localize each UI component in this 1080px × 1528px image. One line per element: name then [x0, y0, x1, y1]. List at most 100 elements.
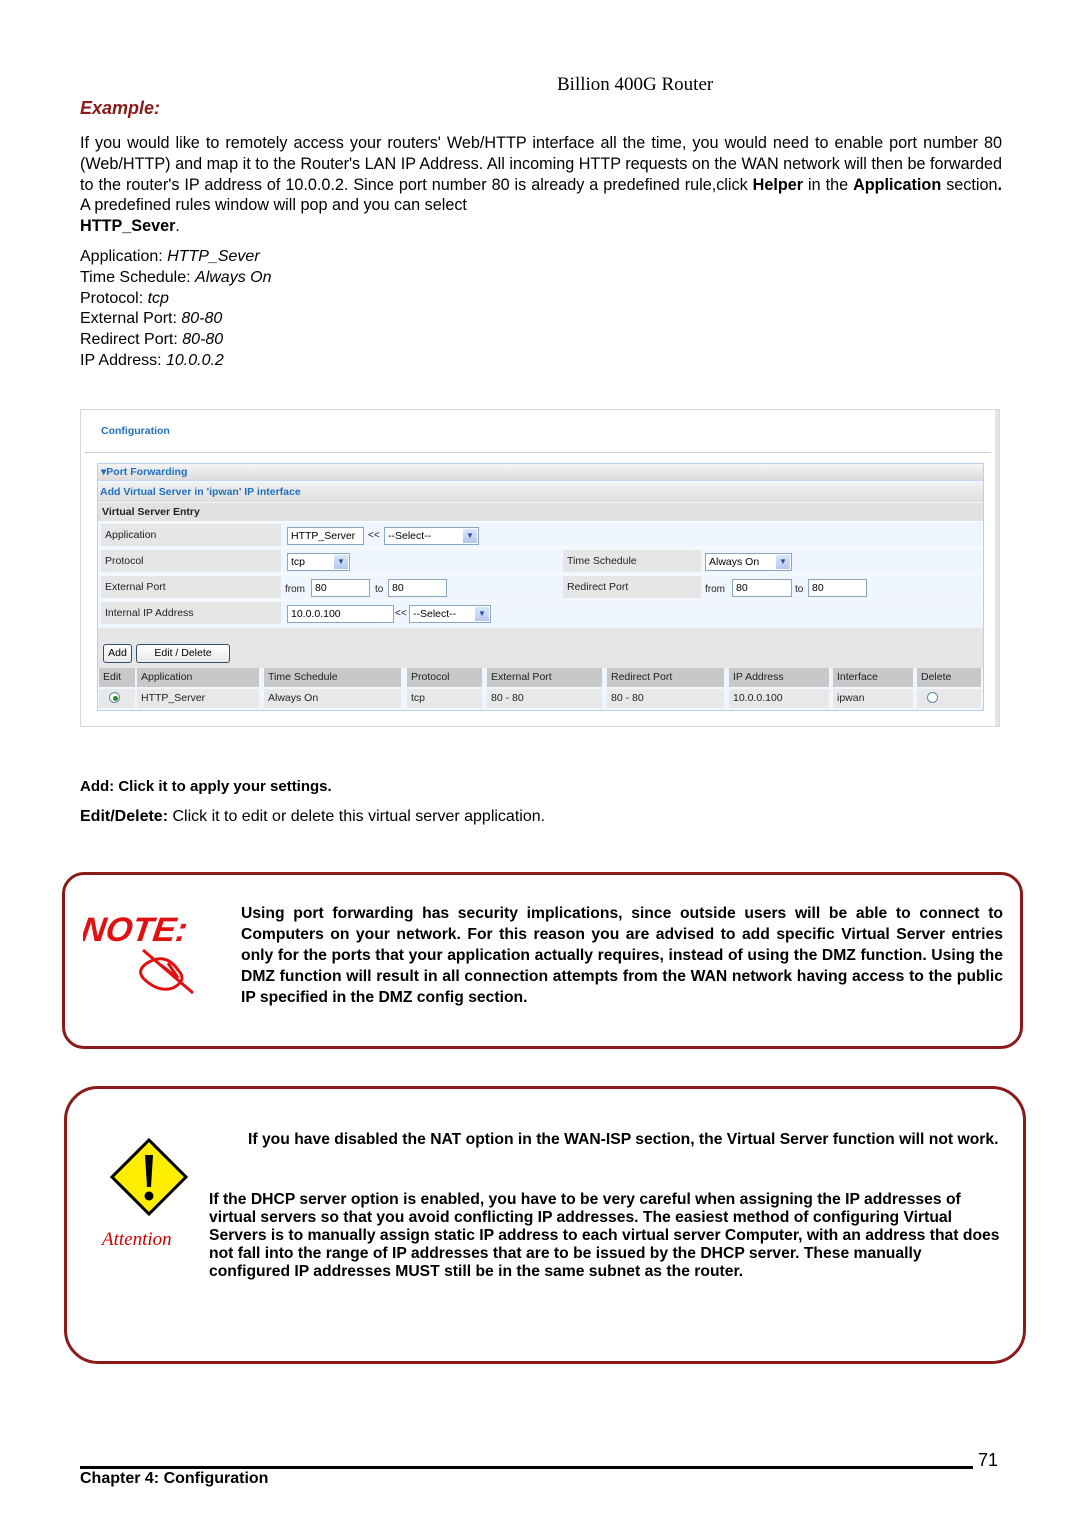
- param-label: External Port:: [80, 310, 182, 328]
- from-label: from: [285, 584, 305, 595]
- virtual-server-table: Edit Application Time Schedule Protocol …: [98, 668, 983, 710]
- edit-delete-description: Edit/Delete: Click it to edit or delete …: [80, 808, 545, 826]
- http-sever-term: HTTP_Sever: [80, 217, 176, 236]
- application-select[interactable]: --Select-- ▼: [384, 527, 479, 545]
- table-row: HTTP_Server Always On tcp 80 - 80 80 - 8…: [98, 689, 983, 710]
- param-value: 80-80: [182, 331, 224, 349]
- helper-term: Helper: [752, 175, 804, 194]
- intro-text: .: [175, 217, 180, 236]
- th-protocol: Protocol: [407, 668, 482, 687]
- attention-box: Attention If you have disabled the NAT o…: [64, 1086, 1026, 1364]
- ip-select[interactable]: --Select-- ▼: [409, 605, 491, 623]
- time-schedule-select[interactable]: Always On ▼: [705, 553, 792, 571]
- scrollbar[interactable]: [995, 410, 999, 726]
- intro-text: section: [941, 175, 998, 194]
- cell-external-port: 80 - 80: [487, 689, 602, 708]
- edit-delete-text: Click it to edit or delete this virtual …: [168, 808, 546, 825]
- attention-label: Attention: [102, 1229, 172, 1250]
- th-ip-address: IP Address: [729, 668, 829, 687]
- port-forwarding-panel: ▾Port Forwarding Add Virtual Server in '…: [97, 463, 984, 711]
- cell-ip-address: 10.0.0.100: [729, 689, 829, 708]
- add-description: Add: Click it to apply your settings.: [80, 778, 332, 795]
- internal-ip-label: Internal IP Address: [101, 602, 281, 624]
- th-edit: Edit: [99, 668, 135, 687]
- configuration-title: Configuration: [101, 425, 170, 437]
- internal-ip-input[interactable]: 10.0.0.100: [287, 605, 394, 623]
- application-term: Application: [853, 175, 942, 194]
- delete-radio[interactable]: [927, 692, 938, 703]
- divider: [85, 452, 991, 453]
- redirect-port-label: Redirect Port: [563, 576, 701, 598]
- application-row: Application HTTP_Server << --Select-- ▼: [98, 521, 983, 547]
- copy-arrows: <<: [368, 530, 380, 541]
- from-label: from: [705, 584, 725, 595]
- select-value: tcp: [291, 556, 306, 568]
- param-ip-address: IP Address: 10.0.0.2: [80, 351, 271, 372]
- edit-radio[interactable]: [109, 692, 120, 703]
- external-port-from-input[interactable]: 80: [311, 579, 370, 597]
- select-value: Always On: [709, 556, 760, 568]
- param-application: Application: HTTP_Sever: [80, 247, 271, 268]
- attention-dhcp-text: If the DHCP server option is enabled, yo…: [209, 1191, 1000, 1280]
- param-value: Always On: [195, 268, 272, 286]
- th-external-port: External Port: [487, 668, 602, 687]
- to-label: to: [375, 584, 384, 595]
- param-external-port: External Port: 80-80: [80, 309, 271, 330]
- cell-time-schedule: Always On: [264, 689, 401, 708]
- application-input[interactable]: HTTP_Server: [287, 527, 364, 545]
- add-virtual-server-title: Add Virtual Server in 'ipwan' IP interfa…: [98, 483, 983, 502]
- note-text: Using port forwarding has security impli…: [241, 905, 1003, 1006]
- port-row: External Port from 80 to 80 Redirect Por…: [98, 573, 983, 599]
- chapter-title: Chapter 4: Configuration: [80, 1470, 269, 1487]
- param-label: Time Schedule:: [80, 268, 196, 286]
- cell-protocol: tcp: [407, 689, 482, 708]
- delete-cell: [917, 689, 981, 708]
- redirect-port-to-input[interactable]: 80: [808, 579, 867, 597]
- add-button[interactable]: Add: [103, 644, 132, 663]
- chevron-down-icon: ▼: [776, 555, 790, 569]
- edit-cell: [99, 689, 135, 708]
- param-value: 10.0.0.2: [165, 351, 224, 369]
- application-label: Application: [101, 524, 281, 546]
- param-label: Redirect Port:: [80, 331, 183, 349]
- protocol-select[interactable]: tcp ▼: [287, 553, 350, 571]
- button-bar: Add Edit / Delete: [98, 628, 983, 668]
- param-label: IP Address:: [80, 351, 166, 369]
- example-parameters: Application: HTTP_Sever Time Schedule: A…: [80, 247, 271, 372]
- warning-icon: [109, 1137, 189, 1222]
- example-heading: Example:: [80, 98, 161, 118]
- th-redirect-port: Redirect Port: [607, 668, 724, 687]
- attention-nat-text: If you have disabled the NAT option in t…: [248, 1131, 999, 1148]
- param-redirect-port: Redirect Port: 80-80: [80, 330, 271, 351]
- chevron-down-icon: ▼: [475, 607, 489, 621]
- footer-rule: [80, 1466, 973, 1469]
- param-value: tcp: [147, 289, 169, 307]
- to-label: to: [795, 584, 804, 595]
- chevron-down-icon: ▼: [463, 529, 477, 543]
- intro-text: A predefined rules window will pop and y…: [80, 196, 467, 215]
- external-port-to-input[interactable]: 80: [388, 579, 447, 597]
- intro-text: in the: [803, 175, 854, 194]
- protocol-row: Protocol tcp ▼ Time Schedule Always On ▼: [98, 547, 983, 573]
- select-value: --Select--: [413, 608, 457, 620]
- cell-interface: ipwan: [833, 689, 913, 708]
- page-number: 71: [978, 1450, 999, 1470]
- intro-paragraph: If you would like to remotely access you…: [80, 133, 1002, 237]
- param-label: Application:: [80, 248, 168, 265]
- cell-redirect-port: 80 - 80: [607, 689, 724, 708]
- th-application: Application: [137, 668, 259, 687]
- intro-period: .: [997, 175, 1002, 194]
- param-protocol: Protocol: tcp: [80, 289, 271, 310]
- port-forwarding-header[interactable]: ▾Port Forwarding: [98, 464, 983, 481]
- edit-delete-button[interactable]: Edit / Delete: [136, 644, 230, 663]
- table-header-row: Edit Application Time Schedule Protocol …: [98, 668, 983, 689]
- document-header-title: Billion 400G Router: [557, 74, 714, 95]
- external-port-label: External Port: [101, 576, 281, 598]
- router-config-screenshot: Configuration ▾Port Forwarding Add Virtu…: [80, 409, 1000, 727]
- edit-delete-term: Edit/Delete:: [80, 808, 169, 825]
- note-box: NOTE: Using port forwarding has security…: [62, 872, 1023, 1049]
- redirect-port-from-input[interactable]: 80: [732, 579, 792, 597]
- select-value: --Select--: [388, 530, 432, 542]
- copy-arrows: <<: [395, 608, 407, 619]
- param-label: Protocol:: [80, 289, 148, 307]
